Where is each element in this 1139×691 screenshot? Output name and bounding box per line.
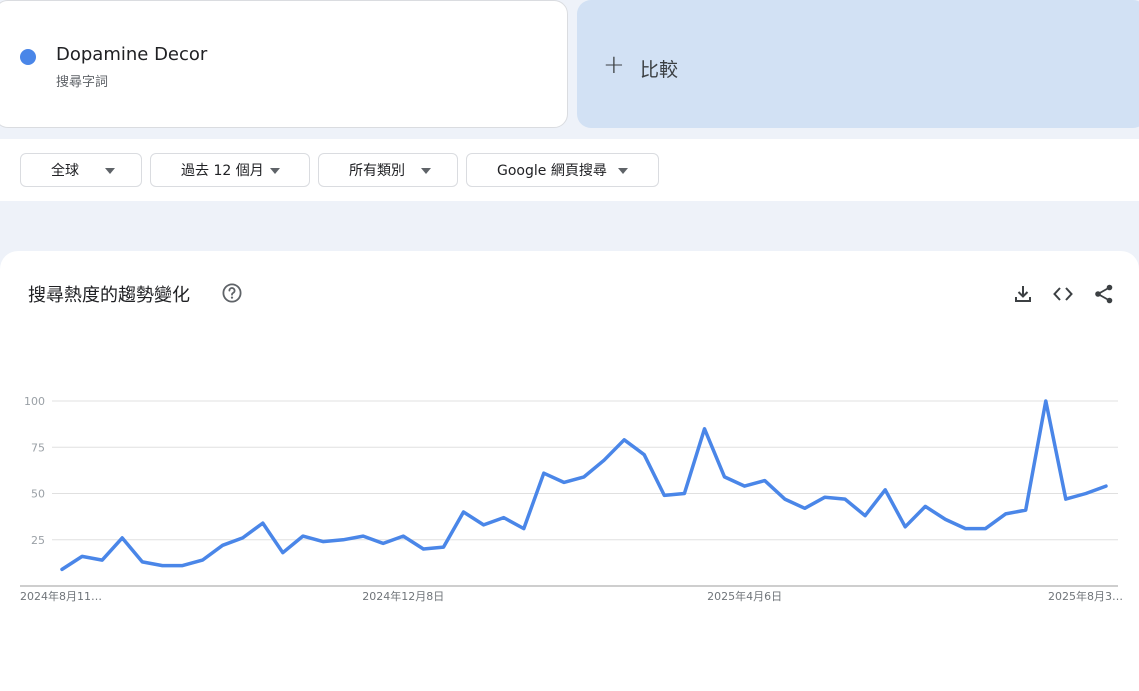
search-type-dropdown[interactable]: Google 網頁搜尋: [466, 153, 659, 187]
x-tick-label: 2025年8月3…: [1048, 589, 1123, 603]
caret-down-icon: [421, 168, 431, 174]
caret-down-icon: [618, 168, 628, 174]
region-label: 全球: [51, 163, 79, 179]
compare-button[interactable]: + 比較: [577, 0, 1139, 128]
time-range-dropdown[interactable]: 過去 12 個月: [150, 153, 310, 187]
search-term-card[interactable]: Dopamine Decor 搜尋字詞: [0, 0, 568, 128]
trend-line-chart: 25 50 75 100 2024年8月11… 2024年12月8日 2025年4月6日 20…: [20, 395, 1123, 603]
x-tick-label: 2024年8月11…: [20, 589, 102, 603]
time-range-label: 過去 12 個月: [181, 163, 264, 179]
compare-label: 比較: [640, 59, 679, 81]
interest-over-time-card: 搜尋熱度的趨勢變化 25 50 75 100 2024年8月11… 2024年12月8日 2…: [0, 251, 1139, 691]
term-name[interactable]: Dopamine Decor: [56, 44, 207, 65]
plus-icon: +: [603, 50, 625, 80]
x-tick-label: 2025年4月6日: [707, 589, 782, 603]
search-type-label: Google 網頁搜尋: [497, 163, 607, 179]
term-color-dot: [20, 49, 36, 65]
x-tick-label: 2024年12月8日: [362, 589, 444, 603]
y-tick-label: 75: [31, 441, 45, 454]
term-type-label: 搜尋字詞: [56, 75, 109, 90]
y-tick-label: 50: [31, 488, 45, 501]
y-tick-label: 25: [31, 534, 45, 547]
y-tick-label: 100: [24, 395, 45, 408]
category-label: 所有類別: [349, 163, 405, 179]
caret-down-icon: [270, 168, 280, 174]
caret-down-icon: [105, 168, 115, 174]
series-line: [60, 399, 1108, 572]
category-dropdown[interactable]: 所有類別: [318, 153, 458, 187]
region-dropdown[interactable]: 全球: [20, 153, 142, 187]
filter-bar: 全球 過去 12 個月 所有類別 Google 網頁搜尋: [0, 139, 1139, 201]
